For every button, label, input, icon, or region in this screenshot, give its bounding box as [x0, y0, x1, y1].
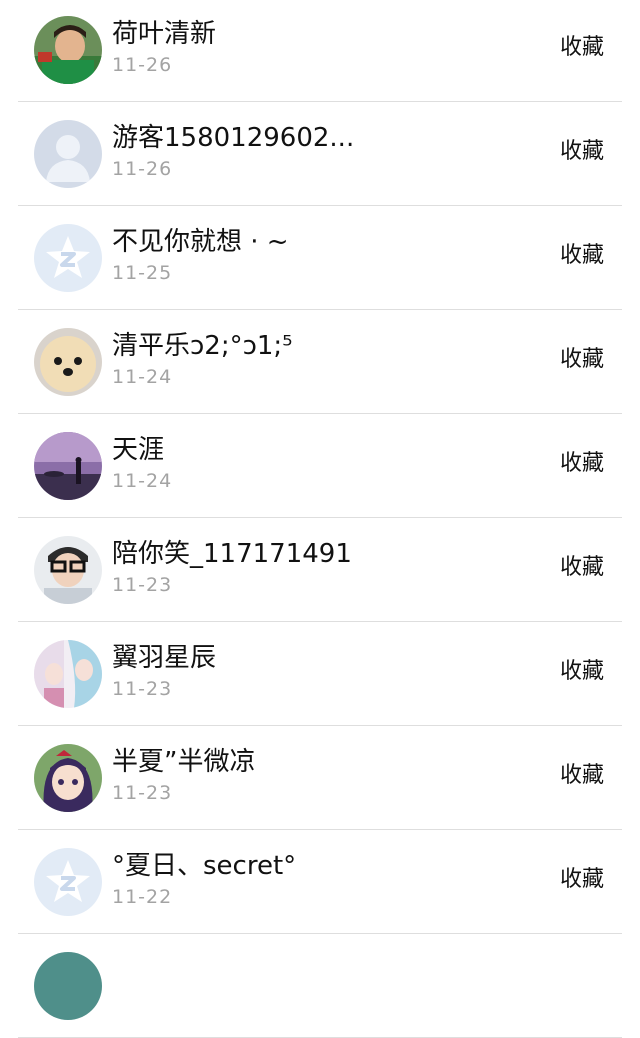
item-date: 11-26 [112, 158, 173, 180]
list-item[interactable]: 清平乐ↄ2;°ↄ1;⁵ 11-24 收藏 [0, 310, 640, 414]
item-date: 11-25 [112, 262, 173, 284]
list-item[interactable]: 陪你笑_117171491 11-23 收藏 [0, 518, 640, 622]
list-item[interactable]: °夏日、secret° 11-22 收藏 [0, 830, 640, 934]
favorite-button[interactable]: 收藏 [560, 344, 604, 376]
list-item[interactable]: 荷叶清新 11-26 收藏 [0, 0, 640, 102]
list-item[interactable]: 不见你就想 · ~ 11-25 收藏 [0, 206, 640, 310]
list-item[interactable]: 游客1580129602... 11-26 收藏 [0, 102, 640, 206]
record-list: 荷叶清新 11-26 收藏 游客1580129602... 11-26 收藏 不… [0, 0, 640, 1038]
item-name: 天涯 [112, 435, 165, 465]
list-item[interactable]: 半夏”半微凉 11-23 收藏 [0, 726, 640, 830]
item-name: 陪你笑_117171491 [112, 539, 352, 569]
favorite-button[interactable]: 收藏 [560, 240, 604, 272]
list-item[interactable]: 天涯 11-24 收藏 [0, 414, 640, 518]
list-item[interactable] [0, 934, 640, 1038]
item-name: 半夏”半微凉 [112, 747, 256, 777]
item-date: 11-24 [112, 470, 173, 492]
favorite-button[interactable]: 收藏 [560, 448, 604, 480]
list-item[interactable]: 翼羽星辰 11-23 收藏 [0, 622, 640, 726]
avatar[interactable] [34, 744, 102, 812]
item-name: 游客1580129602... [112, 123, 355, 153]
item-date: 11-26 [112, 54, 173, 76]
favorite-button[interactable]: 收藏 [560, 32, 604, 64]
item-name: 清平乐ↄ2;°ↄ1;⁵ [112, 331, 293, 361]
avatar[interactable] [34, 432, 102, 500]
avatar[interactable] [34, 536, 102, 604]
favorite-button[interactable]: 收藏 [560, 864, 604, 896]
item-name: 不见你就想 · ~ [112, 227, 289, 257]
item-name: °夏日、secret° [112, 851, 297, 881]
favorite-button[interactable]: 收藏 [560, 760, 604, 792]
default-star-icon[interactable] [34, 848, 102, 916]
item-date: 11-24 [112, 366, 173, 388]
favorite-button[interactable]: 收藏 [560, 136, 604, 168]
favorite-button[interactable]: 收藏 [560, 656, 604, 688]
avatar[interactable] [34, 16, 102, 84]
favorite-button[interactable]: 收藏 [560, 552, 604, 584]
default-person-icon[interactable] [34, 120, 102, 188]
item-date: 11-23 [112, 574, 173, 596]
avatar[interactable] [34, 328, 102, 396]
avatar[interactable] [34, 640, 102, 708]
item-name: 翼羽星辰 [112, 643, 217, 673]
default-star-icon[interactable] [34, 224, 102, 292]
item-date: 11-23 [112, 782, 173, 804]
item-date: 11-22 [112, 886, 173, 908]
item-date: 11-23 [112, 678, 173, 700]
avatar[interactable] [34, 952, 102, 1020]
item-name: 荷叶清新 [112, 19, 217, 49]
